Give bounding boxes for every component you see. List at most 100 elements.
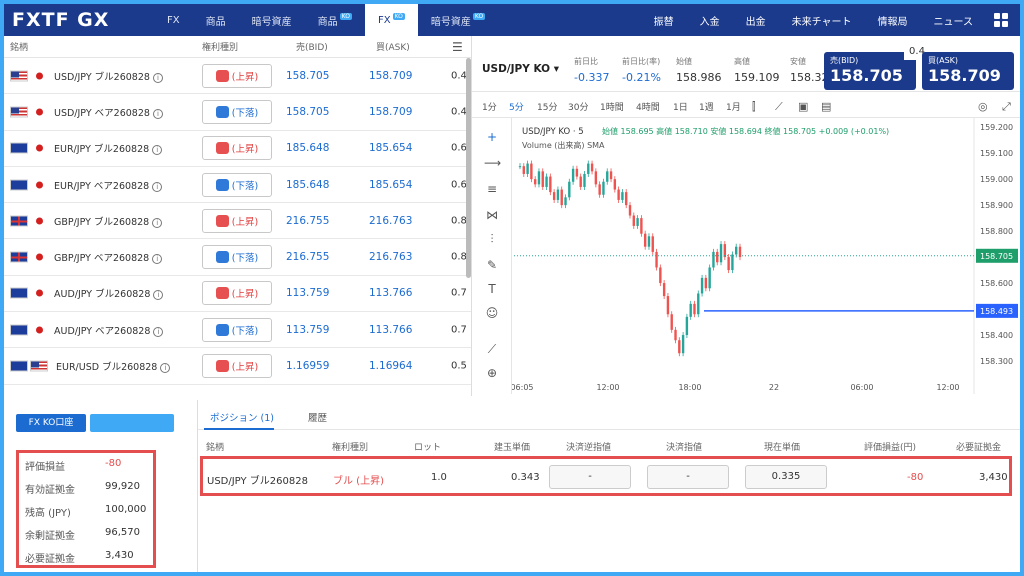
horizontal-lines-icon[interactable]: ≡ — [484, 182, 500, 196]
buy-button[interactable]: 買(ASK) 158.709 — [922, 52, 1014, 90]
interval-5m[interactable]: 5分 — [509, 100, 524, 113]
nav-fx-ko[interactable]: FX KO — [364, 4, 418, 36]
type-bear-button[interactable]: (下落) — [202, 99, 272, 124]
account-tab-fx-ko[interactable]: FX KO口座 — [16, 414, 86, 432]
rate-row[interactable]: GBP/JPY ブル260828 i (上昇) 216.755 216.763 0… — [4, 203, 471, 240]
currency-flag-icon — [10, 106, 28, 118]
trendline-icon[interactable]: ⟶ — [484, 156, 501, 170]
ruler-icon[interactable]: ⟋ — [484, 342, 500, 356]
fullscreen-icon[interactable]: ⤢ — [1002, 100, 1011, 114]
info-icon[interactable]: i — [153, 290, 164, 301]
main-nav: FX 商品 暗号資産 商品 KO FX KO 暗号資産 KO — [154, 4, 498, 36]
interval-1d[interactable]: 1日 — [673, 100, 688, 113]
news-link[interactable]: ニュース — [921, 13, 987, 28]
info-icon[interactable]: i — [152, 254, 163, 265]
account-summary: 評価損益 -80 有効証拠金 99,920 残高 (JPY) 100,000 余剰証拠… — [16, 450, 156, 568]
template-icon[interactable]: ▣ — [798, 100, 808, 113]
x-tick-label: 22 — [769, 383, 779, 392]
ask-price: 113.766 — [369, 287, 413, 300]
crosshair-icon[interactable]: + — [484, 130, 500, 144]
info-icon[interactable]: i — [152, 217, 163, 228]
candle-body — [549, 176, 552, 193]
rate-row[interactable]: AUD/JPY ベア260828 i (下落) 113.759 113.766 0… — [4, 312, 471, 349]
stop-price-button[interactable]: - — [549, 465, 631, 489]
app-grid-icon[interactable] — [994, 13, 1008, 27]
x-tick-label: 18:00 — [678, 383, 701, 392]
info-icon[interactable]: i — [152, 108, 163, 119]
interval-30m[interactable]: 30分 — [568, 100, 588, 113]
drawing-tools: + ⟶ ≡ ⋈ ⫶ ✎ T ☺ ⟋ ⊕ — [472, 118, 512, 394]
fib-icon[interactable]: ⫶ — [484, 232, 500, 246]
nav-commodity-ko[interactable]: 商品 KO — [305, 4, 365, 36]
symbol-selector[interactable]: USD/JPY KO ▾ — [482, 63, 559, 75]
bid-price: 158.705 — [286, 105, 330, 118]
info-link[interactable]: 情報局 — [865, 13, 921, 28]
rate-row[interactable]: USD/JPY ベア260828 i (下落) 158.705 158.709 0… — [4, 94, 471, 131]
table-scrollbar-vertical[interactable] — [466, 58, 471, 278]
bid-price: 216.755 — [286, 251, 330, 264]
info-icon[interactable]: i — [152, 72, 163, 83]
interval-1m[interactable]: 1分 — [482, 100, 497, 113]
sell-button[interactable]: 売(BID) 158.705 — [824, 52, 916, 90]
jpy-flag-icon — [36, 181, 43, 189]
rate-row[interactable]: USD/JPY ブル260828 i (上昇) 158.705 158.709 0… — [4, 58, 471, 95]
active-tab-indicator — [204, 428, 274, 430]
rate-row[interactable]: EUR/USD ブル260828 i (上昇) 1.16959 1.16964 0… — [4, 348, 471, 385]
candle-body — [564, 197, 567, 206]
candle-type-icon[interactable]: ⫿ — [752, 100, 756, 114]
type-bull-button[interactable]: (上昇) — [202, 281, 272, 306]
settings-sliders-icon[interactable]: ☰ — [452, 40, 463, 54]
current-price-box[interactable]: 0.335 — [745, 465, 827, 489]
rate-row[interactable]: GBP/JPY ベア260828 i (下落) 216.755 216.763 0… — [4, 239, 471, 276]
zoom-icon[interactable]: ⊕ — [484, 366, 500, 380]
info-icon[interactable]: i — [152, 181, 163, 192]
account-tab-secondary[interactable] — [90, 414, 174, 432]
interval-1h[interactable]: 1時間 — [600, 100, 624, 113]
limit-price-button[interactable]: - — [647, 465, 729, 489]
nav-crypto-ko[interactable]: 暗号資産 KO — [418, 4, 498, 36]
type-bull-button[interactable]: (上昇) — [202, 208, 272, 233]
deposit-link[interactable]: 入金 — [687, 13, 733, 28]
rate-row[interactable]: EUR/JPY ブル260828 i (上昇) 185.648 185.654 0… — [4, 131, 471, 167]
withdraw-link[interactable]: 出金 — [733, 13, 779, 28]
candle-body — [704, 277, 708, 289]
y-tick-label: 158.900 — [980, 201, 1013, 210]
interval-15m[interactable]: 15分 — [537, 100, 557, 113]
info-icon[interactable]: i — [153, 326, 164, 337]
bid-price: 1.16959 — [286, 360, 330, 373]
stat-open: 始値 158.986 — [676, 57, 722, 84]
compare-icon[interactable]: ▤ — [821, 100, 831, 113]
type-bear-button[interactable]: (下落) — [202, 317, 272, 342]
account-row: 必要証拠金 3,430 — [25, 550, 134, 565]
text-icon[interactable]: T — [484, 282, 500, 296]
pattern-icon[interactable]: ⋈ — [484, 208, 500, 222]
type-bull-button[interactable]: (上昇) — [202, 354, 272, 379]
info-icon[interactable]: i — [160, 363, 171, 374]
nav-fx[interactable]: FX — [154, 4, 193, 36]
nav-commodity[interactable]: 商品 — [193, 4, 239, 36]
interval-1w[interactable]: 1週 — [699, 100, 714, 113]
transfer-link[interactable]: 振替 — [641, 13, 687, 28]
type-bear-button[interactable]: (下落) — [202, 245, 272, 270]
rate-row[interactable]: EUR/JPY ベア260828 i (下落) 185.648 185.654 0… — [4, 167, 471, 204]
info-icon[interactable]: i — [152, 145, 163, 156]
type-bull-button[interactable]: (上昇) — [202, 63, 272, 88]
interval-4h[interactable]: 4時間 — [636, 100, 660, 113]
brush-icon[interactable]: ✎ — [484, 258, 500, 272]
tab-history[interactable]: 履歴 — [308, 410, 327, 424]
future-chart-link[interactable]: 未来チャート — [779, 13, 865, 28]
interval-1mo[interactable]: 1月 — [726, 100, 741, 113]
account-panel: FX KO口座 評価損益 -80 有効証拠金 99,920 残高 (JPY) 100,… — [4, 400, 198, 572]
type-bull-button[interactable]: (上昇) — [202, 136, 272, 161]
candle-body — [606, 171, 609, 182]
position-row[interactable]: USD/JPY ブル260828 ブル (上昇) 1.0 0.343 - - 0… — [200, 456, 1012, 496]
nav-crypto[interactable]: 暗号資産 — [239, 4, 305, 36]
emoji-icon[interactable]: ☺ — [484, 306, 500, 320]
type-bear-button[interactable]: (下落) — [202, 172, 272, 197]
indicator-icon[interactable]: ⟋ — [775, 100, 783, 114]
rate-row[interactable]: AUD/JPY ブル260828 i (上昇) 113.759 113.766 0… — [4, 276, 471, 313]
candle-body — [681, 335, 685, 354]
price-chart[interactable]: 159.200 159.100 159.000 158.900 158.800 158.7… — [512, 118, 1020, 394]
tab-positions[interactable]: ポジション (1) — [210, 410, 274, 424]
camera-icon[interactable]: ◎ — [978, 100, 988, 113]
